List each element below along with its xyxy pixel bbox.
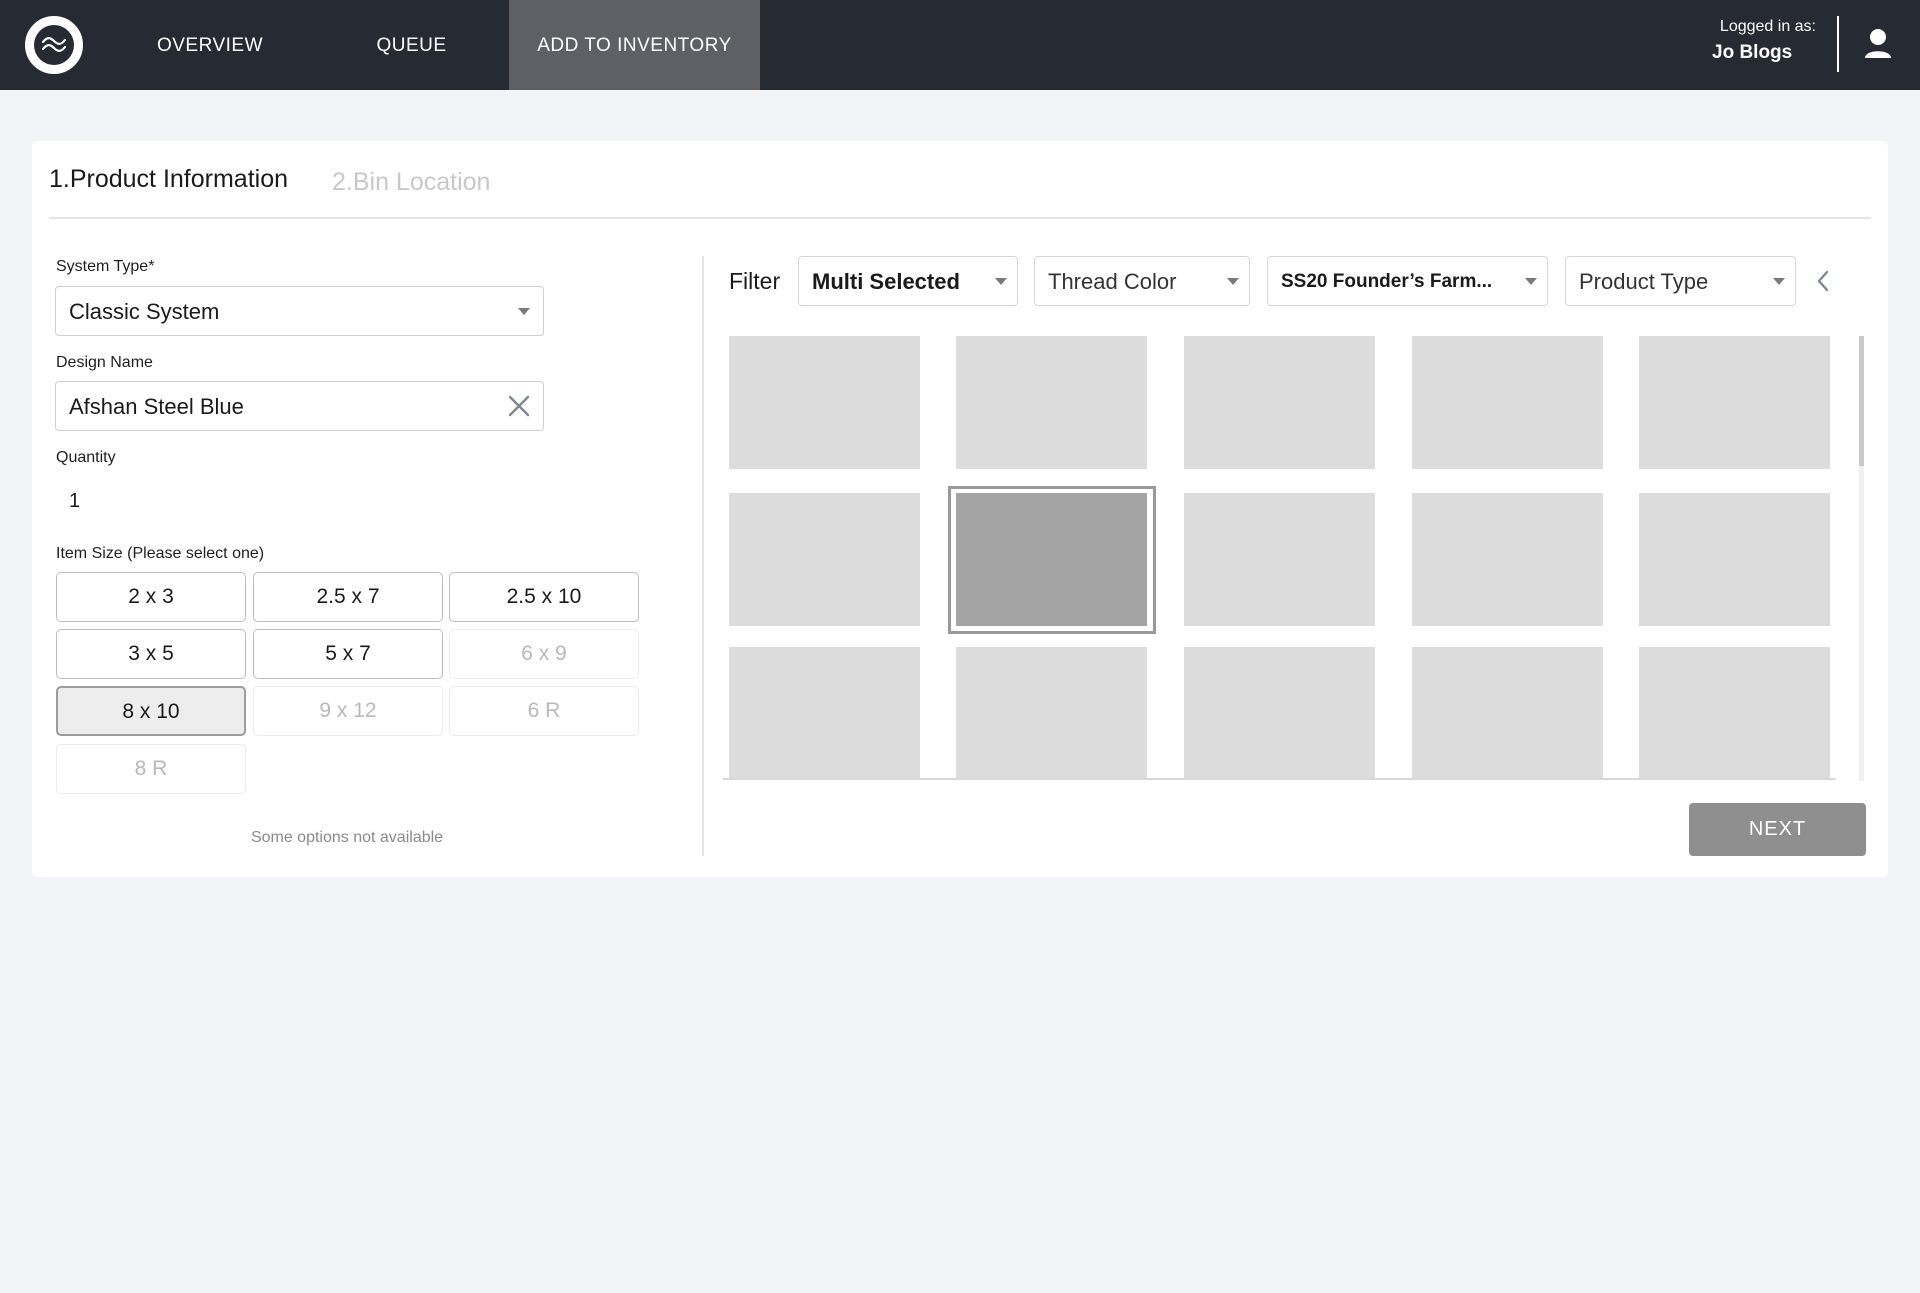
item-size-label: Item Size (Please select one) (56, 545, 265, 562)
product-tile[interactable] (1412, 493, 1603, 626)
chevron-down-icon (1773, 278, 1785, 285)
steps-divider (49, 217, 1871, 219)
filter-label: Filter (729, 268, 781, 294)
product-tile[interactable] (729, 647, 920, 780)
panel-divider (702, 256, 704, 856)
chevron-down-icon (1525, 278, 1537, 285)
design-name-label: Design Name (56, 354, 153, 371)
size-option-2x3[interactable]: 2 x 3 (56, 572, 246, 622)
filter-dropdown-value: Multi Selected (812, 269, 960, 294)
quantity-input[interactable]: 1 (69, 490, 80, 513)
size-option-8r: 8 R (56, 744, 246, 794)
design-name-value: Afshan Steel Blue (69, 394, 244, 419)
product-tile[interactable] (1639, 336, 1830, 469)
nav-item-overview[interactable]: OVERVIEW (135, 0, 285, 90)
size-option-5x7[interactable]: 5 x 7 (253, 629, 443, 679)
clear-icon[interactable] (507, 394, 531, 418)
nav-item-queue[interactable]: QUEUE (340, 0, 483, 90)
filter-dropdown-value: Thread Color (1048, 269, 1177, 294)
product-tile[interactable] (1412, 647, 1603, 780)
size-option-3x5[interactable]: 3 x 5 (56, 629, 246, 679)
product-tile[interactable] (956, 336, 1147, 469)
product-tile-selected[interactable] (956, 493, 1147, 626)
size-option-9x12: 9 x 12 (253, 686, 443, 736)
chevron-down-icon (1227, 278, 1239, 285)
brand-logo[interactable] (25, 16, 83, 74)
product-tile[interactable] (956, 647, 1147, 780)
availability-note: Some options not available (250, 829, 444, 846)
product-tile[interactable] (729, 493, 920, 626)
product-tile[interactable] (1184, 493, 1375, 626)
filter-dropdown-product-type[interactable]: Product Type (1565, 256, 1796, 306)
filter-dropdown-thread-color[interactable]: Thread Color (1034, 256, 1250, 306)
product-tile[interactable] (1412, 336, 1603, 469)
size-option-6r: 6 R (449, 686, 639, 736)
filter-dropdown-multi-selected[interactable]: Multi Selected (798, 256, 1018, 306)
size-option-2-5x7[interactable]: 2.5 x 7 (253, 572, 443, 622)
design-name-input[interactable]: Afshan Steel Blue (55, 381, 544, 431)
product-tile[interactable] (729, 336, 920, 469)
system-type-value: Classic System (69, 299, 220, 324)
size-option-8x10[interactable]: 8 x 10 (56, 686, 246, 736)
top-navigation-bar: OVERVIEW QUEUE ADD TO INVENTORY Logged i… (0, 0, 1920, 90)
user-account-icon[interactable] (1863, 28, 1893, 65)
user-divider (1837, 16, 1839, 72)
step-tab-product-information[interactable]: 1.Product Information (49, 165, 288, 194)
filter-dropdown-value: Product Type (1579, 269, 1709, 294)
chevron-down-icon (518, 308, 530, 315)
system-type-select[interactable]: Classic System (55, 286, 544, 336)
nav-item-add-to-inventory[interactable]: ADD TO INVENTORY (509, 0, 760, 90)
product-tile[interactable] (1184, 336, 1375, 469)
filter-dropdown-collection[interactable]: SS20 Founder’s Farm... (1267, 256, 1548, 306)
quantity-label: Quantity (56, 449, 116, 466)
filter-dropdown-value: SS20 Founder’s Farm... (1281, 271, 1493, 292)
logo-waves-icon (34, 25, 74, 65)
product-tile[interactable] (1639, 647, 1830, 780)
chevron-down-icon (995, 278, 1007, 285)
size-option-6x9: 6 x 9 (449, 629, 639, 679)
logged-in-label: Logged in as: (1719, 18, 1816, 35)
next-button[interactable]: NEXT (1689, 803, 1866, 856)
product-tile[interactable] (1184, 647, 1375, 780)
grid-bottom-border (723, 778, 1836, 780)
grid-scrollbar-thumb[interactable] (1859, 336, 1864, 466)
chevron-left-icon[interactable] (1816, 270, 1830, 297)
size-option-2-5x10[interactable]: 2.5 x 10 (449, 572, 639, 622)
step-tab-bin-location[interactable]: 2.Bin Location (332, 168, 490, 197)
system-type-label: System Type* (56, 258, 155, 275)
product-tile[interactable] (1639, 493, 1830, 626)
user-name: Jo Blogs (1712, 42, 1793, 63)
